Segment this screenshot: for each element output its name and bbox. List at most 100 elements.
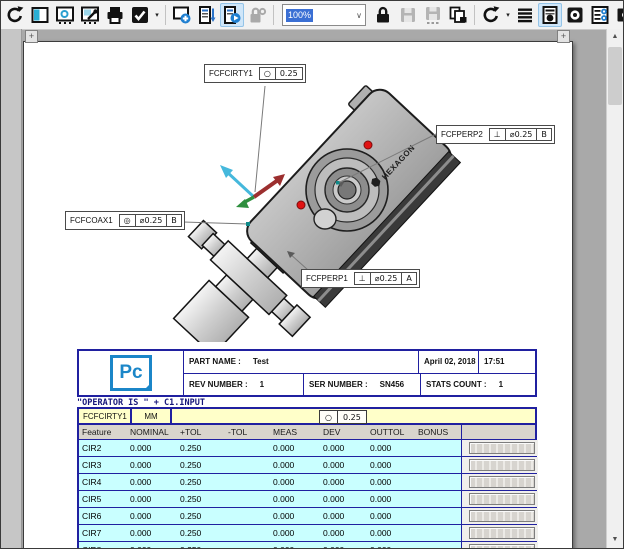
print-button[interactable] xyxy=(103,3,127,27)
column-header: Feature xyxy=(79,425,127,439)
cad-only-view-button[interactable] xyxy=(613,3,624,27)
dimension-gdt-frame: ○ 0.25 xyxy=(319,410,367,424)
text-and-cad-report-button[interactable] xyxy=(195,3,219,27)
report-play-icon xyxy=(222,5,242,25)
measurement-point xyxy=(297,201,305,209)
cell-bonus xyxy=(415,542,461,549)
outtol-bar xyxy=(469,459,535,471)
cell-dev: 0.000 xyxy=(320,491,367,507)
column-header: DEV xyxy=(320,425,367,439)
ser-number-label: SER NUMBER : xyxy=(309,380,368,389)
feature-rows: CIR20.0000.2500.0000.0000.000CIR30.0000.… xyxy=(79,440,535,549)
vertical-scrollbar[interactable]: ▲ ▼ xyxy=(606,29,623,548)
ser-number-value: SN456 xyxy=(380,380,404,389)
stats-count-cell: STATS COUNT : 1 xyxy=(421,374,535,396)
report-list-view-button[interactable] xyxy=(588,3,612,27)
callout-tolerance: 0.25 xyxy=(276,68,302,79)
cell-feature: CIR8 xyxy=(79,542,127,549)
toolbar-separator xyxy=(273,5,274,25)
save-report-as-button[interactable] xyxy=(421,3,445,27)
scroll-down-icon[interactable]: ▼ xyxy=(607,532,623,548)
approve-check-button[interactable] xyxy=(128,3,152,27)
cell-meas: 0.000 xyxy=(270,457,320,473)
text-only-view-button[interactable] xyxy=(513,3,537,27)
print-copies-button[interactable] xyxy=(446,3,470,27)
preview-workspace: + + xyxy=(1,29,623,548)
scrollbar-thumb[interactable] xyxy=(608,47,622,105)
toolbar: ▾ xyxy=(1,1,623,30)
cell-outtol: 0.000 xyxy=(367,542,415,549)
hit-point-marker xyxy=(246,222,250,226)
zoom-dropdown-caret[interactable]: ∨ xyxy=(356,11,362,20)
part-3d-view: HEXAGON xyxy=(24,42,572,342)
cell-nominal: 0.000 xyxy=(127,491,177,507)
rerun-menu-button[interactable] xyxy=(479,3,503,27)
cell-ptol: 0.250 xyxy=(177,491,225,507)
check-menu-caret[interactable]: ▾ xyxy=(153,11,161,19)
dimension-units: MM xyxy=(132,409,172,423)
stats-count-label: STATS COUNT : xyxy=(426,380,487,389)
cell-ptol: 0.250 xyxy=(177,508,225,524)
feature-table-header: Feature NOMINAL +TOL -TOL MEAS DEV OUTTO… xyxy=(79,425,535,440)
cell-outtol: 0.000 xyxy=(367,474,415,490)
monitor-wrench-icon xyxy=(80,5,100,25)
outtol-bar xyxy=(469,510,535,522)
scroll-up-icon[interactable]: ▲ xyxy=(607,29,623,45)
report-options-button[interactable] xyxy=(78,3,102,27)
callout-tolerance: ⌀0.25 xyxy=(506,129,538,140)
monitor-circle-icon xyxy=(55,5,75,25)
save-report-button[interactable] xyxy=(396,3,420,27)
expand-marker-icon[interactable]: + xyxy=(25,30,38,43)
cell-ptol: 0.250 xyxy=(177,457,225,473)
cell-outtol: 0.000 xyxy=(367,457,415,473)
cell-feature: CIR3 xyxy=(79,457,127,473)
cell-ptol: 0.250 xyxy=(177,525,225,541)
expand-marker-icon[interactable]: + xyxy=(557,30,570,43)
table-row: CIR70.0000.2500.0000.0000.000 xyxy=(79,525,535,542)
save-floppy-icon xyxy=(398,5,418,25)
rerun-menu-caret[interactable]: ▾ xyxy=(504,11,512,19)
refresh-report-button[interactable] xyxy=(3,3,27,27)
measurement-point xyxy=(364,141,372,149)
cell-outtol: 0.000 xyxy=(367,440,415,456)
logo-fold-icon xyxy=(143,382,152,391)
table-row: CIR60.0000.2500.0000.0000.000 xyxy=(79,508,535,525)
cell-mtol xyxy=(225,474,270,490)
split-view-icon xyxy=(30,5,50,25)
cell-mtol xyxy=(225,508,270,524)
cell-ptol: 0.250 xyxy=(177,542,225,549)
gray-lock-icon xyxy=(247,5,267,25)
lock-report-button[interactable] xyxy=(371,3,395,27)
callout-datum: B xyxy=(167,215,181,226)
callout-label: FCFPERP2 xyxy=(437,126,487,143)
cell-dev: 0.000 xyxy=(320,542,367,549)
cell-nominal: 0.000 xyxy=(127,525,177,541)
cell-outtol-bar xyxy=(461,491,538,507)
callout-datum: A xyxy=(402,273,415,284)
cell-mtol xyxy=(225,491,270,507)
dark-ball-icon xyxy=(565,5,585,25)
cell-outtol-bar xyxy=(461,457,538,473)
report-view-button[interactable] xyxy=(538,3,562,27)
dimension-tolerance: 0.25 xyxy=(338,411,366,423)
lock-disabled-button[interactable] xyxy=(245,3,269,27)
cell-ptol: 0.250 xyxy=(177,474,225,490)
rev-number-cell: REV NUMBER : 1 xyxy=(184,374,304,396)
cell-outtol-bar xyxy=(461,542,538,549)
time-value: 17:51 xyxy=(484,357,504,366)
run-report-button[interactable] xyxy=(220,3,244,27)
printer-icon xyxy=(105,5,125,25)
add-report-window-button[interactable] xyxy=(170,3,194,27)
rev-number-label: REV NUMBER : xyxy=(189,380,248,389)
cell-outtol-bar xyxy=(461,508,538,524)
zoom-level-combobox[interactable]: 100% ∨ xyxy=(282,4,366,26)
save-as-floppy-icon xyxy=(423,5,443,25)
table-row: CIR30.0000.2500.0000.0000.000 xyxy=(79,457,535,474)
cell-dev: 0.000 xyxy=(320,457,367,473)
report-window-button[interactable] xyxy=(53,3,77,27)
printer-pages-icon xyxy=(448,5,468,25)
concentricity-symbol-icon: ◎ xyxy=(120,215,136,226)
callout-fcfperp1: FCFPERP1 ⊥ ⌀0.25 A xyxy=(301,269,420,288)
page-layout-button[interactable] xyxy=(28,3,52,27)
solid-view-button[interactable] xyxy=(563,3,587,27)
